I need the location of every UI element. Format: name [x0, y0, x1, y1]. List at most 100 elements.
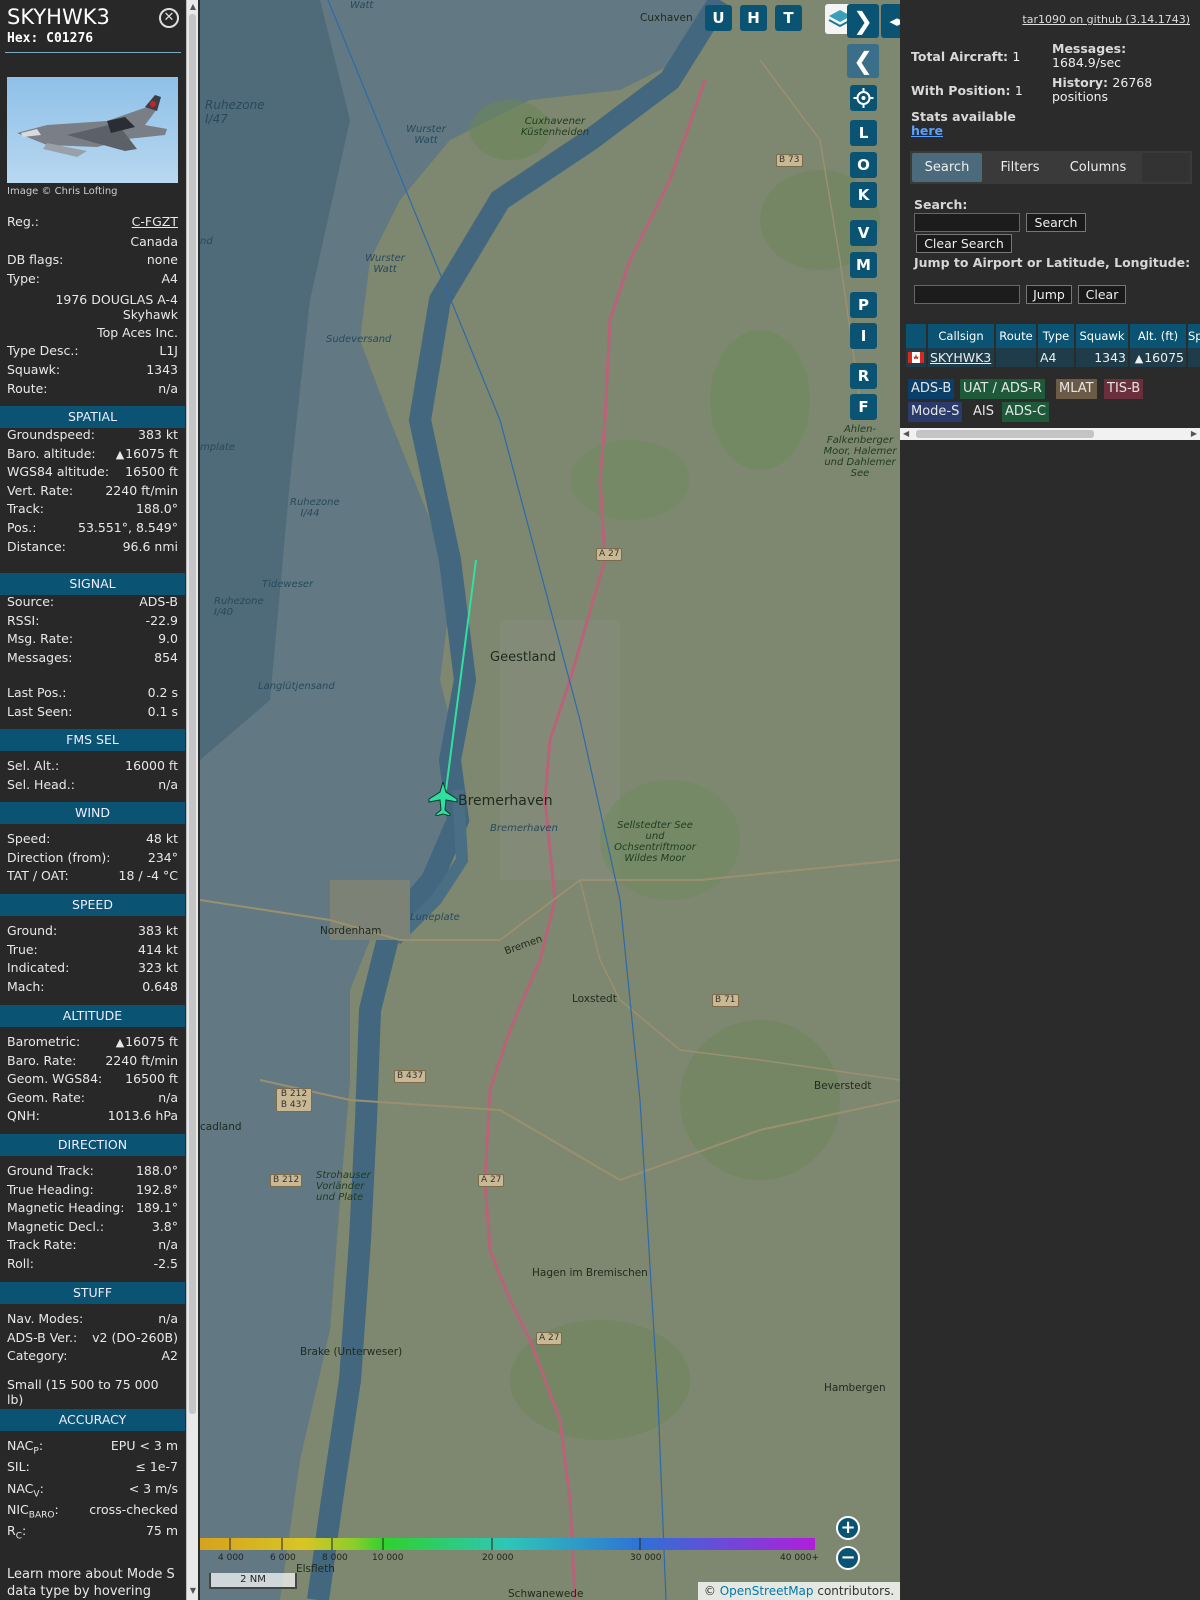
with-position: With Position: 1: [911, 83, 1023, 98]
spatial-value: 53.551°, 8.549°: [78, 520, 178, 535]
signal-label: Source:: [7, 594, 55, 609]
history-stat: History: 26768 positions: [1052, 75, 1153, 104]
back-icon[interactable]: ❮: [847, 44, 879, 78]
map-button-t[interactable]: T: [775, 5, 802, 31]
accuracy-row: SIL: ≤ 1e-7: [7, 1457, 178, 1476]
map-button-v[interactable]: V: [850, 220, 877, 246]
fms-label: Sel. Head.:: [7, 776, 75, 792]
db-flags-row: DB flags: none: [7, 252, 178, 267]
osm-link[interactable]: OpenStreetMap: [720, 1584, 814, 1598]
aircraft-marker-icon[interactable]: [428, 782, 458, 816]
altitude-legend-label: 6 000: [270, 1553, 296, 1563]
map-button-p[interactable]: P: [850, 292, 877, 318]
source-badge-tis-b[interactable]: TIS-B: [1104, 379, 1144, 399]
map-button-h[interactable]: H: [740, 5, 767, 31]
direction-row: Magnetic Decl.: 3.8°: [7, 1217, 178, 1236]
map-button-i[interactable]: I: [850, 323, 877, 349]
aircraft-photo[interactable]: [7, 77, 178, 183]
map-button-f[interactable]: F: [850, 394, 877, 420]
scroll-right-icon[interactable]: ▶: [1191, 428, 1197, 440]
column-flag[interactable]: [906, 324, 926, 348]
column-header[interactable]: Alt. (ft): [1130, 324, 1186, 348]
scroll-down-icon[interactable]: ▼: [188, 1586, 198, 1596]
scale-bar: 2 NM: [209, 1573, 297, 1589]
jump-input[interactable]: [914, 285, 1020, 304]
tab-filters[interactable]: Filters: [986, 153, 1054, 182]
shield-a27-top: A 27: [596, 548, 623, 561]
source-badge-uat-ads-r[interactable]: UAT / ADS-R: [960, 379, 1045, 399]
jump-button[interactable]: Jump: [1026, 285, 1072, 304]
altitude-row: QNH: 1013.6 hPa: [7, 1106, 178, 1125]
column-header[interactable]: Type: [1038, 324, 1074, 348]
stats-link[interactable]: here: [911, 123, 943, 138]
map-button-u[interactable]: U: [705, 5, 732, 31]
altitude-legend-label: 4 000: [218, 1553, 244, 1563]
search-input[interactable]: [914, 213, 1020, 232]
forward-icon[interactable]: ❯: [847, 4, 879, 38]
table-horizontal-scrollbar[interactable]: ◀ ▶: [900, 428, 1200, 440]
spatial-label: Groundspeed:: [7, 427, 95, 442]
registration-link[interactable]: C-FGZT: [132, 212, 178, 231]
source-badge-mlat[interactable]: MLAT: [1056, 379, 1097, 399]
clear-button[interactable]: Clear: [1078, 285, 1126, 304]
fms-value: 16000 ft: [125, 758, 178, 773]
scroll-left-icon[interactable]: ◀: [903, 428, 909, 440]
total-aircraft: Total Aircraft: 1: [911, 49, 1021, 64]
stuff-label: Nav. Modes:: [7, 1311, 84, 1326]
stuff-row: Nav. Modes: n/a: [7, 1309, 178, 1328]
fms-row: Sel. Alt.: 16000 ft: [7, 756, 178, 775]
place-and-left: nd: [200, 236, 213, 247]
settings-gear-icon[interactable]: [850, 85, 877, 111]
scrollbar-thumb[interactable]: [189, 14, 196, 1414]
right-panel: tar1090 on github (3.14.1743) Total Airc…: [900, 0, 1200, 1600]
scroll-up-icon[interactable]: ▲: [188, 2, 198, 12]
table-row-type: A4: [1038, 348, 1074, 367]
direction-value: 189.1°: [135, 1200, 178, 1216]
column-header[interactable]: Route: [996, 324, 1036, 348]
signal-label: Last Seen:: [7, 704, 73, 719]
place-strohauser: Strohauser Vorländer und Plate: [316, 1170, 371, 1203]
close-icon[interactable]: ✕: [159, 8, 179, 28]
clear-search-button[interactable]: Clear Search: [916, 234, 1012, 253]
map-button-k[interactable]: K: [850, 182, 877, 208]
place-mplate: mplate: [200, 442, 236, 453]
map-button-m[interactable]: M: [850, 252, 877, 278]
squawk-value: 1343: [146, 362, 178, 377]
place-cuxhavener: Cuxhavener Küstenheiden: [520, 116, 590, 138]
map-button-l[interactable]: L: [850, 120, 877, 146]
zoom-out-button[interactable]: −: [836, 1546, 860, 1570]
stats-available: Stats available here: [911, 109, 1016, 138]
stuff-value: v2 (DO-260B): [92, 1329, 178, 1345]
direction-row: Magnetic Heading: 189.1°: [7, 1198, 178, 1217]
shield-b212-b437: B 212 B 437: [276, 1088, 312, 1112]
column-header[interactable]: Sp: [1188, 324, 1200, 348]
column-header[interactable]: Squawk: [1076, 324, 1128, 348]
zoom-in-button[interactable]: +: [836, 1516, 860, 1540]
source-badge-mode-s[interactable]: Mode-S: [908, 402, 963, 422]
direction-value: 192.8°: [135, 1181, 178, 1197]
expand-panel-icon[interactable]: ◂▸: [881, 4, 900, 38]
search-button[interactable]: Search: [1026, 213, 1086, 232]
place-tideweser: Tideweser: [262, 579, 314, 590]
direction-value: n/a: [158, 1237, 178, 1253]
place-ruhezone-140: Ruhezone I/40: [214, 596, 264, 618]
map-view[interactable]: Cuxhaven Geestland Bremerhaven Bremerhav…: [200, 0, 900, 1600]
spatial-value: 96.6 nmi: [122, 538, 178, 554]
source-badge-ads-c[interactable]: ADS-C: [1002, 402, 1049, 422]
map-button-r[interactable]: R: [850, 363, 877, 389]
column-header[interactable]: Callsign: [928, 324, 994, 348]
horizontal-scrollbar-thumb[interactable]: [916, 430, 1094, 438]
speed-row: Ground: 383 kt: [7, 921, 178, 940]
version-link[interactable]: tar1090 on github (3.14.1743): [1022, 13, 1190, 26]
signal-value: 0.1 s: [147, 704, 178, 719]
table-row-callsign[interactable]: SKYHWK3: [928, 348, 994, 367]
wind-label: TAT / OAT:: [7, 868, 69, 884]
tab-columns[interactable]: Columns: [1058, 153, 1138, 182]
info-panel-scrollbar[interactable]: ▲ ▼: [186, 0, 198, 1600]
tab-blank[interactable]: [1142, 153, 1190, 182]
source-badge-ais[interactable]: AIS: [970, 402, 997, 422]
map-button-o[interactable]: O: [850, 152, 877, 178]
place-ahlen: Ahlen-Falkenberger Moor, Halemer und Dah…: [823, 424, 897, 479]
tab-search[interactable]: Search: [912, 153, 982, 182]
source-badge-ads-b[interactable]: ADS-B: [908, 379, 955, 399]
